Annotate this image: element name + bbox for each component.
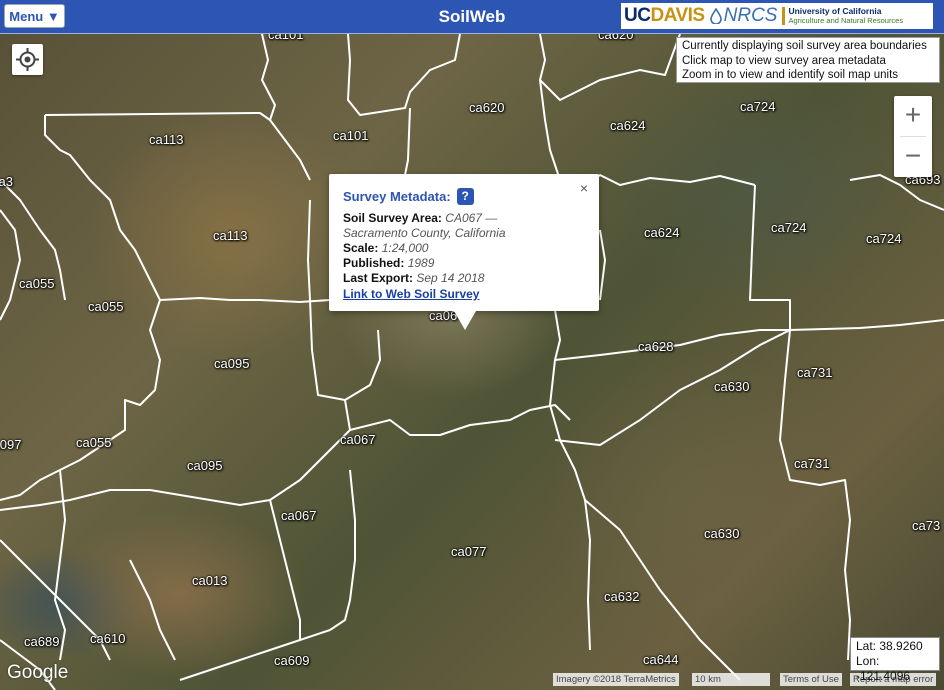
last-export-row: Last Export: Sep 14 2018 bbox=[343, 271, 585, 286]
area-label[interactable]: ca724 bbox=[771, 220, 806, 235]
area-label[interactable]: ca055 bbox=[88, 299, 123, 314]
survey-metadata-popup: × Survey Metadata: ? Soil Survey Area: C… bbox=[329, 174, 599, 311]
area-label[interactable]: ca113 bbox=[213, 228, 247, 243]
ucdavis-logo[interactable]: UCDAVIS bbox=[624, 5, 705, 27]
area-label[interactable]: ca077 bbox=[451, 544, 486, 559]
area-label[interactable]: ca632 bbox=[604, 589, 639, 604]
instruction-line: Click map to view survey area metadata bbox=[682, 54, 886, 67]
imagery-attribution: Imagery ©2018 TerraMetrics bbox=[553, 673, 679, 686]
scale-row: Scale: 1:24,000 bbox=[343, 241, 585, 256]
scale-bar[interactable]: 10 km bbox=[692, 673, 770, 686]
survey-area-name-row: Sacramento County, California bbox=[343, 226, 585, 241]
map-instructions: Currently displaying soil survey area bo… bbox=[676, 37, 940, 83]
instruction-line: Currently displaying soil survey area bo… bbox=[682, 40, 927, 52]
area-label[interactable]: ca628 bbox=[638, 339, 673, 354]
web-soil-survey-link[interactable]: Link to Web Soil Survey bbox=[343, 286, 585, 302]
popup-title: Survey Metadata: ? bbox=[343, 188, 585, 205]
area-label[interactable]: ca630 bbox=[714, 379, 749, 394]
area-label[interactable]: ca620 bbox=[469, 100, 504, 115]
published-row: Published: 1989 bbox=[343, 256, 585, 271]
scale-label: Scale: bbox=[343, 241, 379, 255]
uc-anr-logo-line1: University of California bbox=[788, 6, 882, 16]
area-label[interactable]: ca095 bbox=[187, 458, 222, 473]
terms-of-use-link[interactable]: Terms of Use bbox=[780, 673, 842, 686]
published-label: Published: bbox=[343, 256, 405, 270]
survey-area-value: CA067 — bbox=[445, 211, 498, 225]
area-label[interactable]: ca609 bbox=[274, 653, 309, 668]
uc-anr-logo-line2: Agriculture and Natural Resources bbox=[788, 16, 904, 25]
help-icon[interactable]: ? bbox=[456, 188, 474, 205]
area-label[interactable]: ca095 bbox=[214, 356, 249, 371]
latitude: Lat: 38.9260 bbox=[856, 639, 923, 653]
zoom-in-icon[interactable]: + bbox=[894, 96, 932, 136]
nrcs-drop-icon bbox=[709, 8, 722, 24]
area-label[interactable]: ca3 bbox=[0, 174, 13, 189]
area-label[interactable]: ca101 bbox=[268, 34, 303, 42]
last-export-value: Sep 14 2018 bbox=[416, 271, 485, 285]
survey-area-row: Soil Survey Area: CA067 — bbox=[343, 211, 585, 226]
area-label[interactable]: ca724 bbox=[740, 99, 775, 114]
popup-title-text: Survey Metadata: bbox=[343, 189, 451, 204]
nrcs-logo[interactable]: NRCS bbox=[724, 5, 778, 27]
area-label[interactable]: ca689 bbox=[24, 634, 59, 649]
area-label[interactable]: ca113 bbox=[149, 132, 183, 147]
area-label[interactable]: ca624 bbox=[644, 225, 679, 240]
area-label[interactable]: ca610 bbox=[90, 631, 125, 646]
app-header: Menu ▼ SoilWeb UCDAVIS NRCS University o… bbox=[0, 0, 944, 34]
menu-button[interactable]: Menu ▼ bbox=[4, 4, 65, 28]
survey-area-name: Sacramento County, California bbox=[343, 226, 506, 240]
uc-anr-logo[interactable]: University of California Agriculture and… bbox=[782, 7, 903, 25]
satellite-map[interactable]: ca101 ca620 ca620 ca101 ca624 ca724 ca11… bbox=[0, 34, 944, 690]
area-label[interactable]: ca624 bbox=[610, 118, 645, 133]
area-label[interactable]: ca101 bbox=[333, 128, 368, 143]
partner-logos[interactable]: UCDAVIS NRCS University of California Ag… bbox=[621, 3, 933, 29]
area-label[interactable]: ca73 bbox=[912, 518, 940, 533]
close-icon[interactable]: × bbox=[580, 180, 588, 196]
area-label[interactable]: ca731 bbox=[797, 365, 832, 380]
google-logo[interactable]: Google bbox=[7, 662, 68, 684]
ucdavis-logo-davis: DAVIS bbox=[650, 5, 705, 26]
zoom-out-icon[interactable]: − bbox=[894, 137, 932, 177]
area-label[interactable]: ca097 bbox=[0, 437, 21, 452]
instruction-line: Zoom in to view and identify soil map un… bbox=[682, 69, 899, 81]
coordinates-readout: Lat: 38.9260 Lon: -121.4096 bbox=[850, 637, 940, 683]
area-label[interactable]: ca055 bbox=[76, 435, 111, 450]
published-value: 1989 bbox=[407, 256, 435, 270]
area-label[interactable]: ca724 bbox=[866, 231, 901, 246]
area-label[interactable]: ca731 bbox=[794, 456, 829, 471]
popup-pointer bbox=[454, 311, 476, 330]
area-label[interactable]: ca067 bbox=[340, 432, 375, 447]
survey-area-label: Soil Survey Area: bbox=[343, 211, 442, 225]
area-label[interactable]: ca630 bbox=[704, 526, 739, 541]
area-label[interactable]: ca067 bbox=[281, 508, 316, 523]
scale-value: 1:24,000 bbox=[381, 241, 429, 255]
locate-button[interactable] bbox=[12, 44, 43, 75]
area-label[interactable]: ca055 bbox=[19, 276, 54, 291]
last-export-label: Last Export: bbox=[343, 271, 414, 285]
area-label[interactable]: ca644 bbox=[643, 652, 678, 667]
area-label[interactable]: ca620 bbox=[598, 34, 633, 42]
area-label[interactable]: ca013 bbox=[192, 573, 227, 588]
zoom-control: + − bbox=[894, 96, 932, 177]
scale-bar-label: 10 km bbox=[695, 674, 721, 685]
longitude: Lon: -121.4096 bbox=[856, 654, 911, 683]
ucdavis-logo-uc: UC bbox=[624, 5, 651, 26]
locate-icon bbox=[16, 48, 39, 71]
survey-area-boundaries[interactable] bbox=[0, 34, 944, 690]
